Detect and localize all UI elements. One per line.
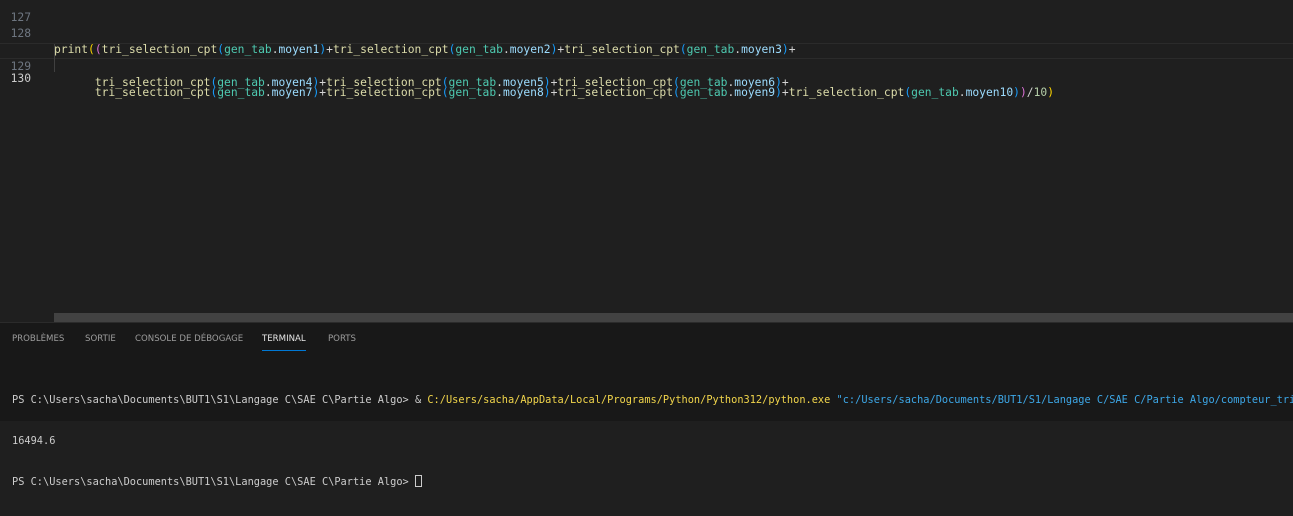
code-token: ( (673, 86, 680, 99)
code-token: . (958, 86, 966, 99)
code-token: / (1026, 86, 1034, 99)
terminal-command-line: PS C:\Users\sacha\Documents\BUT1\S1\Lang… (12, 394, 1293, 408)
code-line[interactable]: 127 (0, 0, 1293, 24)
tab-terminal[interactable]: TERMINAL (262, 334, 306, 351)
terminal-current-line[interactable]: PS C:\Users\sacha\Documents\BUT1\S1\Lang… (12, 475, 1293, 489)
terminal-output[interactable]: PS C:\Users\sacha\Documents\BUT1\S1\Lang… (12, 367, 1293, 516)
code-token: 10 (1033, 86, 1048, 99)
code-line[interactable]: 128 print((tri_selection_cpt(gen_tab.moy… (0, 10, 1293, 56)
bottom-panel: PROBLÈMES SORTIE CONSOLE DE DÉBOGAGE TER… (0, 322, 1293, 488)
code-line-content[interactable]: tri_selection_cpt(gen_tab.moyen7)+tri_se… (54, 86, 1054, 100)
code-token: gen_tab (679, 86, 728, 99)
code-token: + (781, 86, 789, 99)
terminal-prompt: PS C:\Users\sacha\Documents\BUT1\S1\Lang… (12, 394, 415, 406)
code-token: . (264, 86, 272, 99)
code-line[interactable]: 129 tri_selection_cpt(gen_tab.moyen4)+tr… (0, 27, 1293, 89)
code-token: moyen7 (271, 86, 313, 99)
indent-guide (54, 58, 55, 72)
code-token: moyen8 (502, 86, 544, 99)
tab-output[interactable]: SORTIE (85, 334, 116, 350)
code-editor[interactable]: 127 128 print((tri_selection_cpt(gen_tab… (0, 0, 1293, 322)
code-token: . (496, 86, 503, 99)
code-token: tri_selection_cpt (557, 86, 674, 99)
code-token: tri_selection_cpt (94, 86, 211, 99)
code-token: gen_tab (217, 86, 265, 99)
code-line-current[interactable]: 130 tri_selection_cpt(gen_tab.moyen7)+tr… (0, 43, 1293, 99)
code-token: ) (1013, 86, 1020, 99)
code-token: ( (441, 86, 449, 99)
tab-problems[interactable]: PROBLÈMES (12, 334, 64, 350)
code-token: tri_selection_cpt (326, 86, 442, 99)
script-argument: "c:/Users/sacha/Documents/BUT1/S1/Langag… (836, 394, 1293, 406)
line-number: 130 (10, 72, 31, 85)
terminal-prompt: PS C:\Users\sacha\Documents\BUT1\S1\Lang… (12, 476, 415, 488)
code-token: ) (1047, 86, 1055, 99)
tab-debug-console[interactable]: CONSOLE DE DÉBOGAGE (135, 334, 243, 350)
code-token: gen_tab (448, 86, 497, 99)
code-token: ) (775, 86, 782, 99)
code-token: tri_selection_cpt (788, 86, 905, 99)
code-token: gen_tab (911, 86, 959, 99)
code-token: ) (1019, 86, 1027, 99)
code-token: ) (543, 86, 551, 99)
code-token: moyen9 (734, 86, 776, 99)
call-operator: & (414, 394, 428, 406)
code-token: moyen10 (965, 86, 1014, 99)
horizontal-scrollbar[interactable] (54, 313, 1293, 322)
terminal-result: 16494.6 (12, 434, 56, 447)
python-path: C:/Users/sacha/AppData/Local/Programs/Py… (427, 394, 831, 406)
tab-ports[interactable]: PORTS (328, 334, 356, 350)
terminal-cursor (414, 475, 422, 487)
panel-tabs: PROBLÈMES SORTIE CONSOLE DE DÉBOGAGE TER… (0, 323, 1293, 355)
